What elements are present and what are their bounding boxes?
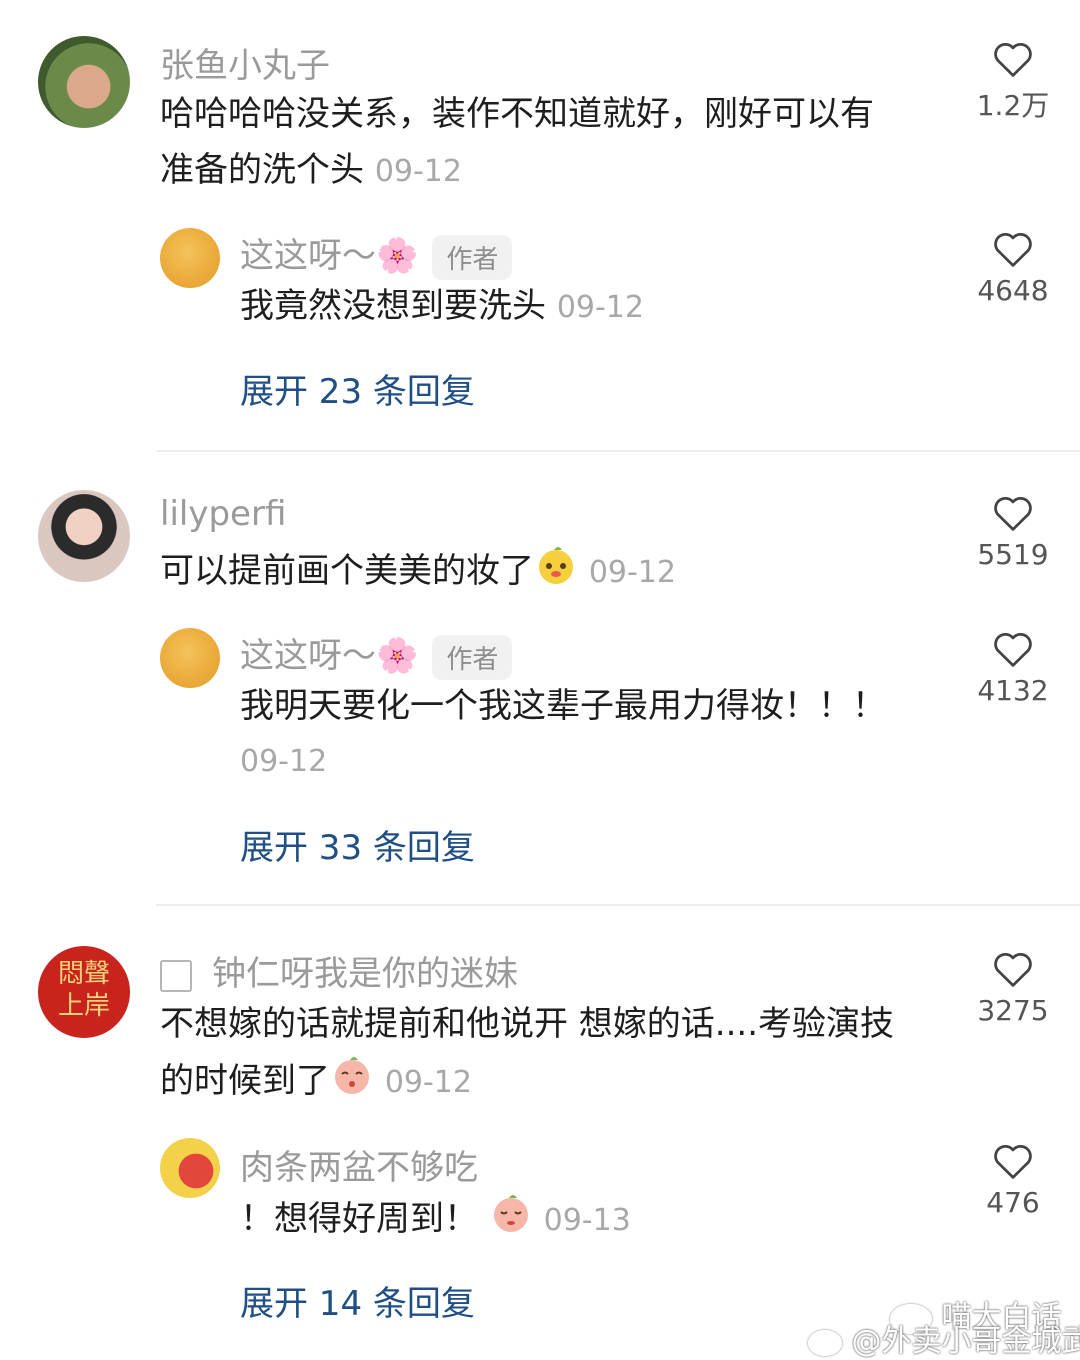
like-button[interactable]: 4132 [953,630,1073,707]
reply-text: 我明天要化一个我这辈子最用力得妆！！！ 09-12 [240,678,940,790]
expand-replies-link[interactable]: 展开 14 条回复 [240,1276,475,1325]
reply-date: 09-12 [556,290,644,325]
reply-username-text: 这这呀～🌸 [240,236,419,276]
comment-date: 09-12 [588,555,676,590]
comment-date: 09-12 [384,1065,472,1100]
divider [156,450,1080,452]
reply-username-text: 这这呀～🌸 [240,636,419,676]
expand-replies-link[interactable]: 展开 23 条回复 [240,364,475,413]
avatar[interactable]: 悶聲上岸 [38,946,130,1038]
avatar[interactable] [160,628,220,688]
reply-content: ！想得好周到！ [240,1199,478,1239]
heart-icon [994,953,1032,987]
expand-replies-link[interactable]: 展开 33 条回复 [240,820,475,869]
comment-line: 哈哈哈哈没关系，装作不知道就好，刚好可以有 [160,94,874,134]
reply-username[interactable]: 这这呀～🌸 作者 [240,228,513,280]
watermark-line: @外卖小哥金城武 [808,1316,1080,1360]
like-count: 4132 [977,674,1049,707]
like-count: 476 [986,1186,1040,1219]
comment-line: 准备的洗个头 [160,150,364,190]
cute-face-emoji-icon [534,542,578,603]
reply-content: 我竟然没想到要洗头 [240,286,546,326]
like-count: 4648 [977,274,1049,307]
reply-text: 我竟然没想到要洗头 09-12 [240,278,644,336]
like-button[interactable]: 476 [953,1142,1073,1219]
heart-icon [994,497,1032,531]
like-button[interactable]: 5519 [953,494,1073,571]
reply-content: 我明天要化一个我这辈子最用力得妆！！！ [240,686,886,726]
comment-text: 哈哈哈哈没关系，装作不知道就好，刚好可以有 准备的洗个头 09-12 [160,86,940,200]
reply-date: 09-13 [543,1203,631,1238]
heart-icon [994,633,1032,667]
like-count: 3275 [977,994,1049,1027]
weibo-icon [808,1329,842,1356]
reply-date: 09-12 [240,744,328,779]
comment-text: 可以提前画个美美的妆了 09-12 [160,542,676,603]
comment-text: 不想嫁的话就提前和他说开 想嫁的话....考验演技 的时候到了 09-12 [160,996,950,1113]
heart-icon [994,1145,1032,1179]
reply-username[interactable]: 这这呀～🌸 作者 [240,628,513,680]
checkbox-icon [160,959,192,992]
like-count: 1.2万 [976,89,1050,122]
like-count: 5519 [977,538,1049,571]
avatar[interactable] [160,1138,220,1198]
comment-line: 的时候到了 [160,1061,330,1101]
comment-line: 可以提前画个美美的妆了 [160,551,534,591]
like-button[interactable]: 4648 [953,230,1073,307]
reply-text: ！想得好周到！ 09-13 [240,1190,631,1251]
author-badge: 作者 [432,235,513,280]
heart-icon [994,43,1032,77]
reply-username[interactable]: 肉条两盆不够吃 [240,1140,478,1189]
like-button[interactable]: 3275 [953,950,1073,1027]
like-button[interactable]: 1.2万 [953,40,1073,124]
divider [156,904,1080,906]
shy-face-emoji-icon [489,1190,533,1251]
username[interactable]: lilyperfi [160,494,286,534]
avatar[interactable] [38,36,130,128]
comment-date: 09-12 [374,154,462,189]
heart-icon [994,233,1032,267]
username-text: 钟仁呀我是你的迷妹 [212,954,518,994]
avatar-text: 悶聲上岸 [57,959,110,1021]
shy-face-emoji-icon [330,1052,374,1113]
author-badge: 作者 [432,635,513,680]
comment-line: 不想嫁的话就提前和他说开 想嫁的话....考验演技 [160,1004,895,1044]
username[interactable]: 张鱼小丸子 [160,38,330,87]
username[interactable]: 钟仁呀我是你的迷妹 [160,946,518,995]
watermark-text: @外卖小哥金城武 [851,1324,1080,1359]
avatar[interactable] [160,228,220,288]
avatar[interactable] [38,490,130,582]
